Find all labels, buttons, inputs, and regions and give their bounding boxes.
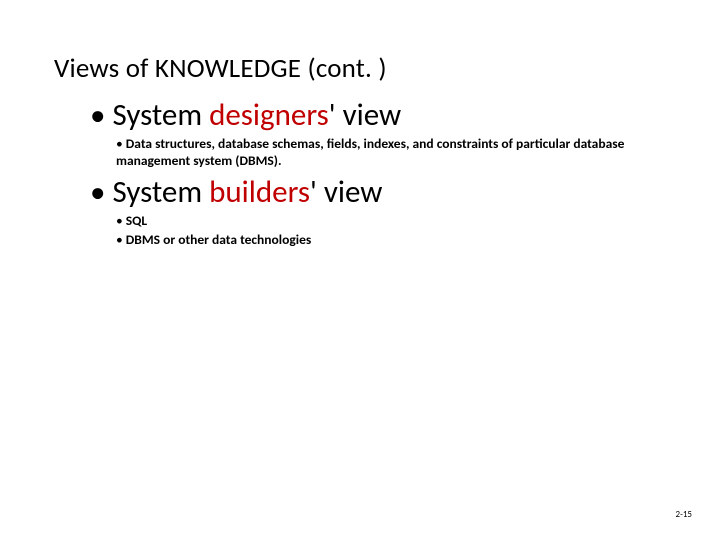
heading-designers-post: ' view xyxy=(329,96,401,134)
heading-builders-pre: System xyxy=(112,173,209,211)
heading-builders-post: ' view xyxy=(310,173,382,211)
slide-title: Views of KNOWLEDGE (cont. ) xyxy=(54,52,387,85)
section-builders: System builders' view SQL DBMS or other … xyxy=(90,175,680,248)
page-number: 2-15 xyxy=(676,509,692,520)
heading-builders-accent: builders xyxy=(209,173,310,211)
heading-designers-pre: System xyxy=(112,96,209,134)
section-designers: System designers' view Data structures, … xyxy=(90,98,680,169)
heading-designers: System designers' view xyxy=(90,98,680,134)
bullet-builders-1: DBMS or other data technologies xyxy=(116,232,656,249)
bullet-builders-0: SQL xyxy=(116,213,656,230)
slide-content: System designers' view Data structures, … xyxy=(90,98,680,255)
heading-builders: System builders' view xyxy=(90,175,680,211)
bullet-designers-0: Data structures, database schemas, field… xyxy=(116,136,656,170)
heading-designers-accent: designers xyxy=(209,96,329,134)
slide: Views of KNOWLEDGE (cont. ) System desig… xyxy=(0,0,720,540)
